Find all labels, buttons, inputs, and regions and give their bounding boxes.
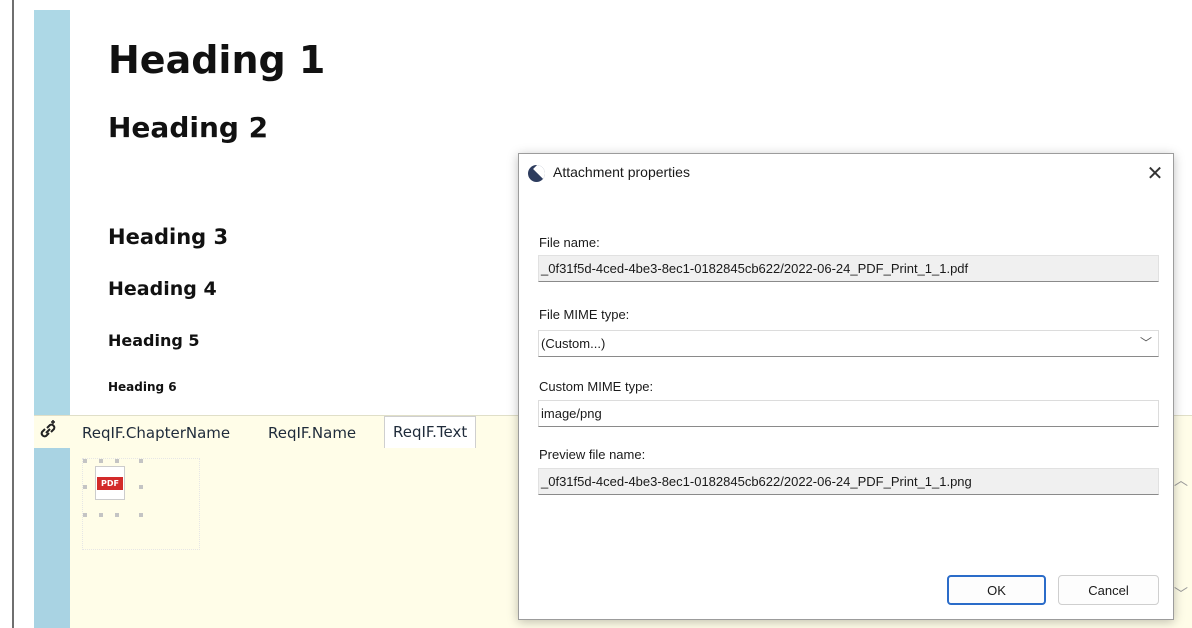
preview-file-name-label: Preview file name: <box>539 447 646 462</box>
tab-reqif-chaptername[interactable]: ReqIF.ChapterName <box>74 418 238 448</box>
resize-handle[interactable] <box>99 513 103 517</box>
heading-6[interactable]: Heading 6 <box>108 380 177 394</box>
resize-handle[interactable] <box>139 513 143 517</box>
resize-handle[interactable] <box>83 485 87 489</box>
close-icon[interactable]: ✕ <box>1139 158 1171 188</box>
link-icon[interactable] <box>36 420 60 442</box>
attachment-properties-dialog: Attachment properties ✕ File name: _0f31… <box>518 153 1174 620</box>
resize-handle[interactable] <box>99 459 103 463</box>
scroll-up-icon[interactable]: ︿ <box>1174 470 1190 490</box>
chevron-down-icon[interactable]: ﹀ <box>1140 331 1152 356</box>
editor-window: Heading 1 Heading 2 Heading 3 Heading 4 … <box>0 0 1192 628</box>
resize-handle[interactable] <box>115 459 119 463</box>
heading-3[interactable]: Heading 3 <box>108 225 228 249</box>
cancel-button[interactable]: Cancel <box>1058 575 1159 605</box>
preview-file-name-field[interactable]: _0f31f5d-4ced-4be3-8ec1-0182845cb622/202… <box>538 468 1159 495</box>
file-name-label: File name: <box>539 235 600 250</box>
custom-mime-label: Custom MIME type: <box>539 379 654 394</box>
link-icon-glyph <box>40 420 56 438</box>
file-name-field[interactable]: _0f31f5d-4ced-4be3-8ec1-0182845cb622/202… <box>538 255 1159 282</box>
resize-handle[interactable] <box>139 459 143 463</box>
dialog-title: Attachment properties <box>553 164 690 180</box>
mime-type-select[interactable]: (Custom...) ﹀ <box>538 330 1159 357</box>
dialog-titlebar[interactable]: Attachment properties ✕ <box>519 154 1173 192</box>
resize-handle[interactable] <box>139 485 143 489</box>
custom-mime-input[interactable]: image/png <box>538 400 1159 427</box>
heading-4[interactable]: Heading 4 <box>108 278 217 300</box>
pdf-badge: PDF <box>97 477 123 490</box>
heading-2[interactable]: Heading 2 <box>108 111 268 144</box>
heading-1[interactable]: Heading 1 <box>108 38 325 82</box>
scroll-down-icon[interactable]: ﹀ <box>1174 584 1190 604</box>
resize-handle[interactable] <box>115 513 119 517</box>
tab-reqif-name[interactable]: ReqIF.Name <box>260 418 364 448</box>
mime-type-label: File MIME type: <box>539 307 630 322</box>
app-logo-icon <box>528 165 545 182</box>
ok-button[interactable]: OK <box>947 575 1046 605</box>
tab-reqif-text[interactable]: ReqIF.Text <box>384 416 477 448</box>
left-border-rule <box>12 0 14 628</box>
resize-handle[interactable] <box>83 459 87 463</box>
heading-5[interactable]: Heading 5 <box>108 331 200 350</box>
mime-type-selected-value: (Custom...) <box>541 336 606 351</box>
resize-handle[interactable] <box>83 513 87 517</box>
pdf-file-icon[interactable]: PDF <box>95 466 125 500</box>
